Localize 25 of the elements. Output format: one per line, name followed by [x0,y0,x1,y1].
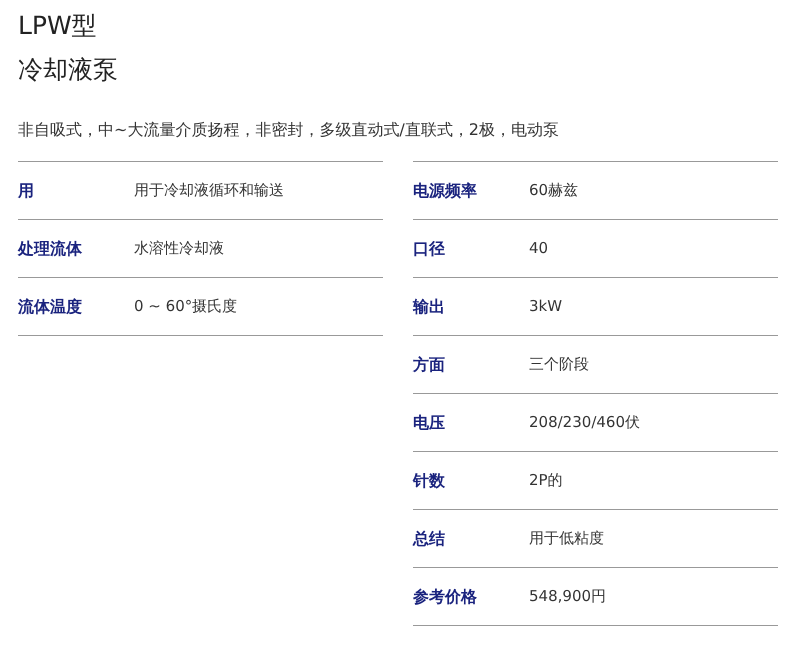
spec-label: 方面 [413,354,446,376]
spec-value: 水溶性冷却液 [134,238,224,260]
spec-value: 40 [529,238,548,260]
spec-value: 用于低粘度 [529,528,604,550]
spec-label: 输出 [413,296,446,318]
spec-label: 针数 [413,470,446,492]
spec-value: 548,900円 [529,586,606,608]
spec-label: 电压 [413,412,446,434]
spec-label: 用 [18,180,35,202]
product-title: 冷却液泵 [18,54,119,86]
spec-label: 电源频率 [413,180,478,202]
spec-value: 2P的 [529,470,563,492]
spec-value: 60赫兹 [529,180,578,202]
spec-label: 总结 [413,528,446,550]
spec-label: 流体温度 [18,296,83,318]
spec-value: 三个阶段 [529,354,589,376]
spec-label: 口径 [413,238,446,260]
spec-label: 参考价格 [413,586,478,608]
spec-value: 用于冷却液循环和输送 [134,180,284,202]
product-description: 非自吸式，中~大流量介质扬程，非密封，多级直动式/直联式，2极，电动泵 [18,119,560,141]
spec-value: 3kW [529,296,562,318]
spec-value: 0 ~ 60°摄氏度 [134,296,238,318]
spec-label: 处理流体 [18,238,83,260]
product-title: LPW型 [18,10,98,42]
spec-value: 208/230/460伏 [529,412,640,434]
